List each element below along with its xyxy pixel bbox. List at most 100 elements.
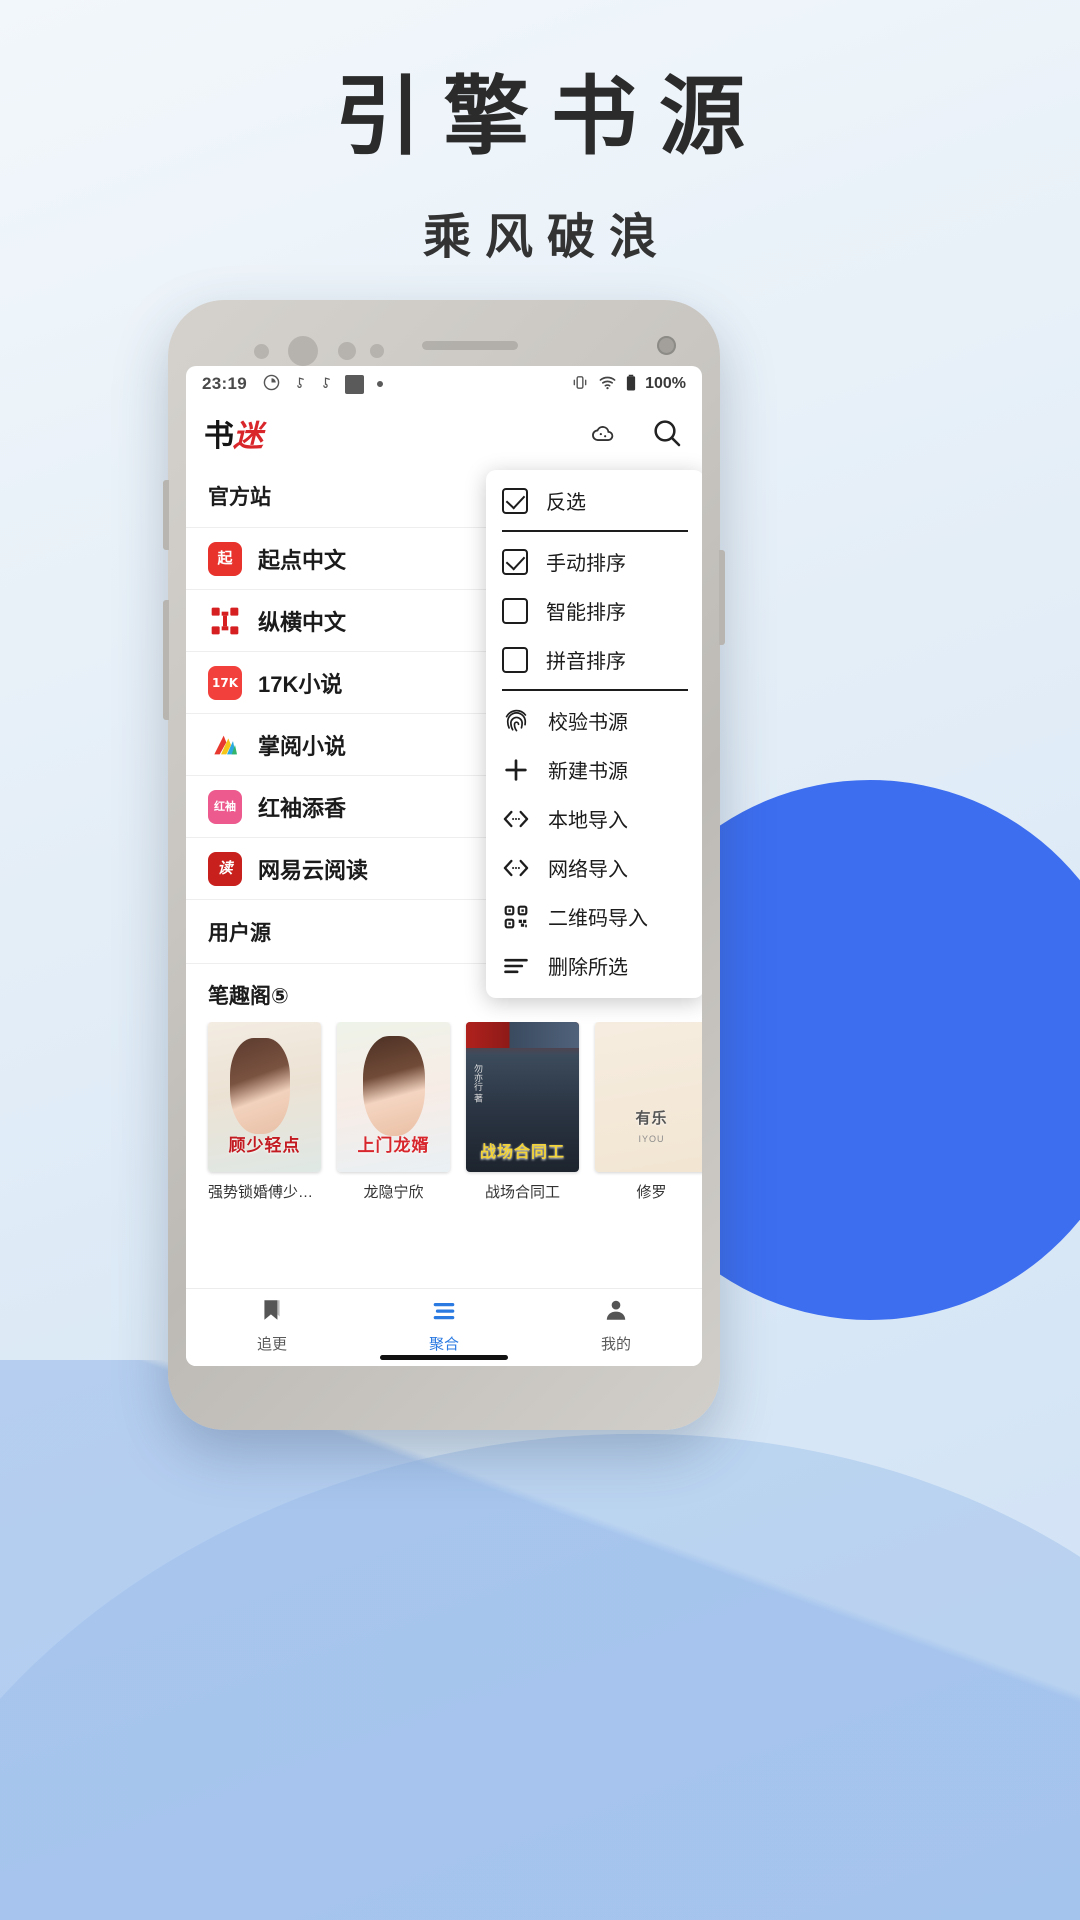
book-item[interactable]: 上门龙婿 龙隐宁欣 xyxy=(337,1022,450,1202)
menu-item-invert-selection[interactable]: 反选 xyxy=(486,476,702,525)
earpiece-sensor-icon xyxy=(288,336,318,366)
battery-icon xyxy=(625,374,637,395)
checkbox-icon[interactable] xyxy=(502,548,528,575)
menu-divider xyxy=(502,530,688,532)
menu-item-smart-sort[interactable]: 智能排序 xyxy=(486,586,702,635)
menu-item-label: 新建书源 xyxy=(548,761,628,783)
front-camera-icon xyxy=(657,336,676,355)
menu-item-label: 校验书源 xyxy=(548,712,628,734)
nav-item-profile[interactable]: 我的 xyxy=(530,1297,702,1354)
cover-title: 战场合同工 xyxy=(479,1142,565,1161)
status-bar: 23:19 100% xyxy=(186,366,702,402)
hongxiu-logo-icon: 红袖 xyxy=(208,789,242,824)
status-notification-icons xyxy=(263,374,383,394)
nav-label: 追更 xyxy=(256,1336,287,1353)
menu-item-label: 反选 xyxy=(546,492,586,514)
cover-title: 有乐 xyxy=(635,1109,668,1127)
nav-item-updates[interactable]: 追更 xyxy=(186,1297,358,1354)
book-item[interactable]: 勿亦行 著 战场合同工 战场合同工 xyxy=(466,1022,579,1202)
nav-item-aggregate[interactable]: 聚合 xyxy=(358,1297,530,1354)
menu-item-pinyin-sort[interactable]: 拼音排序 xyxy=(486,635,702,684)
qr-code-icon xyxy=(502,903,530,931)
wifi-icon xyxy=(598,374,617,394)
sensor-icon xyxy=(254,344,269,359)
book-cover: 有乐 IYOU xyxy=(595,1022,702,1172)
code-brackets-icon xyxy=(502,854,530,882)
book-item[interactable]: 有乐 IYOU 修罗 xyxy=(595,1022,702,1202)
book-shelf[interactable]: 顾少轻点 强势锁婚傅少钦... 上门龙婿 龙隐宁欣 勿亦行 著 战场合同工 战场… xyxy=(186,1022,702,1208)
logo-char-2: 迷 xyxy=(233,419,263,454)
menu-item-label: 本地导入 xyxy=(548,810,628,832)
17k-logo-icon: 17K xyxy=(208,665,242,700)
book-title: 战场合同工 xyxy=(484,1184,560,1201)
music-note-icon xyxy=(293,374,306,394)
person-icon xyxy=(603,1297,629,1328)
plus-icon xyxy=(502,756,530,784)
source-name: 17K小说 xyxy=(258,671,343,697)
checkbox-icon[interactable] xyxy=(502,597,528,624)
netease-yuedu-logo-icon: 读 xyxy=(208,851,242,886)
wave-decoration xyxy=(0,1360,1080,1920)
cloud-icon[interactable] xyxy=(586,416,620,450)
promo-headline: 引擎书源 xyxy=(335,67,767,167)
book-title: 强势锁婚傅少钦... xyxy=(208,1184,321,1201)
light-sensor-icon xyxy=(370,344,384,358)
cover-title: 上门龙婿 xyxy=(357,1136,430,1156)
fingerprint-icon xyxy=(502,707,530,735)
code-brackets-icon xyxy=(502,805,530,833)
phone-bezel-top xyxy=(168,300,720,366)
menu-item-qrcode-import[interactable]: 二维码导入 xyxy=(486,892,702,941)
bookmark-icon xyxy=(259,1297,285,1328)
source-name: 起点中文 xyxy=(258,547,347,573)
menu-item-verify-sources[interactable]: 校验书源 xyxy=(486,696,702,745)
nav-label: 我的 xyxy=(600,1336,631,1353)
source-name: 掌阅小说 xyxy=(258,733,347,759)
app-bar-actions xyxy=(586,416,684,450)
search-icon[interactable] xyxy=(650,416,684,450)
book-item[interactable]: 顾少轻点 强势锁婚傅少钦... xyxy=(208,1022,321,1202)
home-indicator xyxy=(380,1355,508,1360)
menu-item-label: 网络导入 xyxy=(548,859,628,881)
app-logo: 书迷 xyxy=(204,411,263,455)
list-lines-icon xyxy=(502,952,530,980)
dot-icon xyxy=(376,381,383,387)
menu-item-manual-sort[interactable]: 手动排序 xyxy=(486,537,702,586)
status-time: 23:19 xyxy=(202,374,247,393)
checkbox-icon[interactable] xyxy=(502,646,528,673)
book-cover: 顾少轻点 xyxy=(208,1022,321,1172)
music-note-icon xyxy=(319,374,332,394)
cover-author: 勿亦行 著 xyxy=(473,1064,483,1103)
battery-percentage: 100% xyxy=(645,375,686,392)
checkbox-icon[interactable] xyxy=(502,487,528,514)
book-cover: 上门龙婿 xyxy=(337,1022,450,1172)
menu-item-new-source[interactable]: 新建书源 xyxy=(486,745,702,794)
overflow-menu[interactable]: 反选 手动排序 智能排序 拼音排序 校验书源 新建书源 本地导入 网络导入 二维… xyxy=(486,470,702,998)
source-name: 网易云阅读 xyxy=(258,857,369,883)
zongheng-logo-icon xyxy=(208,603,242,638)
menu-item-local-import[interactable]: 本地导入 xyxy=(486,794,702,843)
menu-item-network-import[interactable]: 网络导入 xyxy=(486,843,702,892)
menu-item-label: 删除所选 xyxy=(548,957,628,979)
menu-item-delete-selected[interactable]: 删除所选 xyxy=(486,941,702,990)
stack-lines-icon xyxy=(430,1297,458,1328)
menu-item-label: 手动排序 xyxy=(546,553,626,575)
source-name: 纵横中文 xyxy=(258,609,347,635)
book-cover: 勿亦行 著 战场合同工 xyxy=(466,1022,579,1172)
zhangyue-logo-icon xyxy=(208,727,242,762)
speaker-grill xyxy=(422,341,518,350)
cover-banner xyxy=(466,1022,579,1048)
vibrate-icon xyxy=(570,374,590,394)
qidian-logo-icon: 起 xyxy=(208,541,242,576)
status-system-icons: 100% xyxy=(570,374,686,395)
phone-mockup: 23:19 100% 书迷 反选 手动排序 智能排序 拼音排序 校验书源 新建书… xyxy=(163,300,725,1430)
promo-text-block: 引擎书源 乘风破浪 xyxy=(0,70,1080,267)
book-title: 龙隐宁欣 xyxy=(363,1184,424,1201)
logo-char-1: 书 xyxy=(204,419,234,454)
cover-title: 顾少轻点 xyxy=(228,1136,301,1156)
phone-screen: 23:19 100% 书迷 反选 手动排序 智能排序 拼音排序 校验书源 新建书… xyxy=(186,366,702,1366)
phone-power-button xyxy=(719,550,725,645)
menu-item-label: 智能排序 xyxy=(546,602,626,624)
menu-item-label: 拼音排序 xyxy=(546,651,626,673)
cover-subtitle: IYOU xyxy=(638,1134,665,1144)
promo-subheadline: 乘风破浪 xyxy=(422,208,671,265)
